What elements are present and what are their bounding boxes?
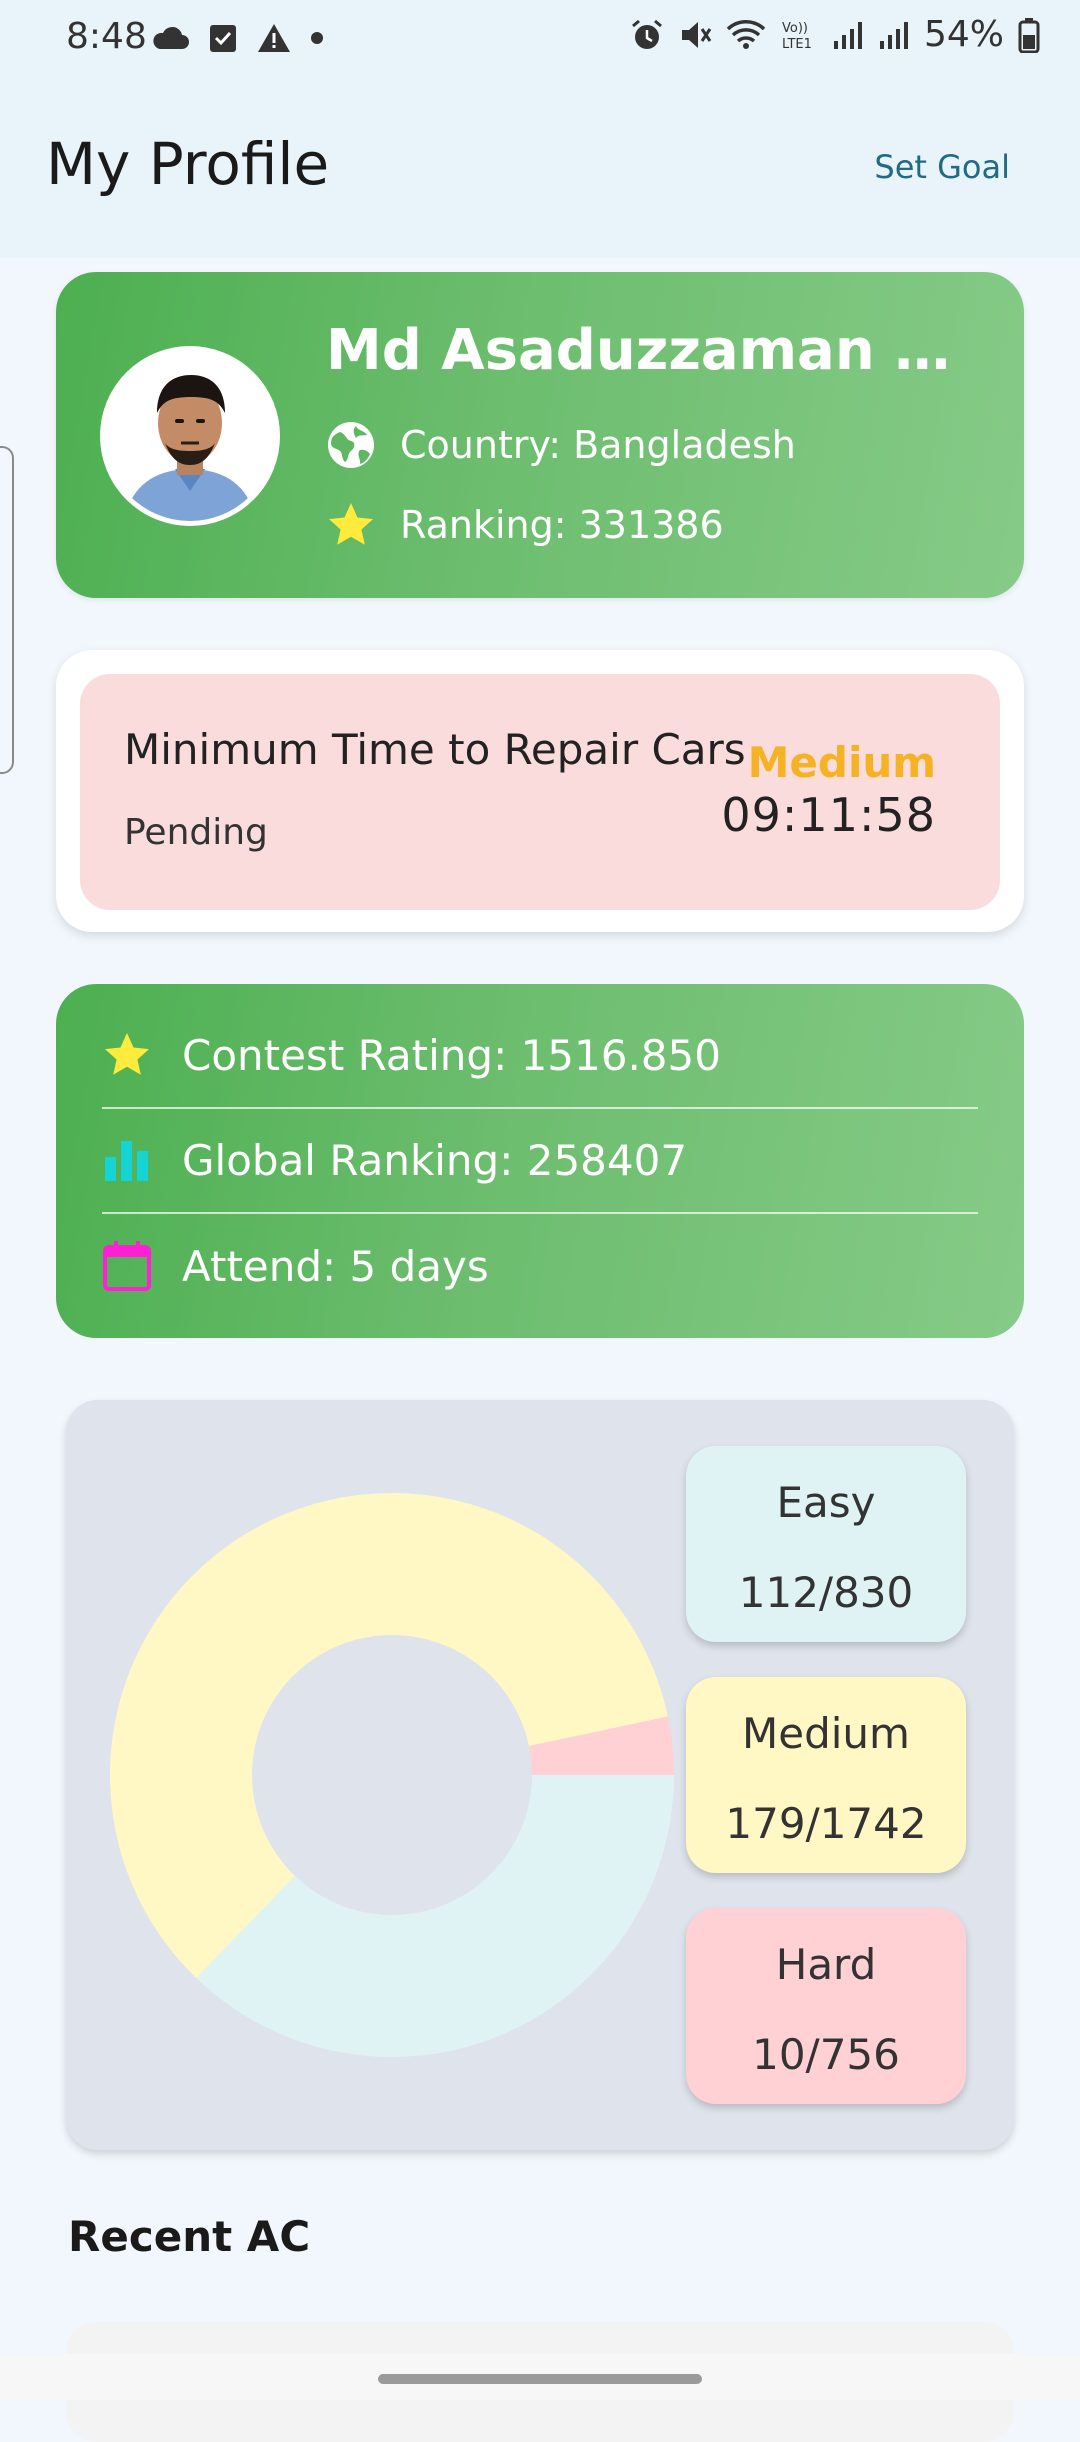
mute-icon bbox=[681, 21, 712, 48]
avatar[interactable] bbox=[100, 346, 280, 526]
globe-icon bbox=[328, 422, 374, 468]
divider bbox=[102, 1107, 978, 1109]
battery-icon bbox=[1018, 17, 1040, 53]
problem-difficulty: Medium bbox=[747, 738, 936, 787]
signal-icon bbox=[833, 21, 862, 49]
status-left-icons bbox=[150, 22, 324, 54]
wifi-icon bbox=[726, 19, 766, 49]
set-goal-button[interactable]: Set Goal bbox=[874, 148, 1010, 186]
recent-ac-title: Recent AC bbox=[68, 2212, 311, 2261]
legend-easy-count: 112/830 bbox=[738, 1568, 914, 1617]
edge-panel-handle[interactable] bbox=[0, 446, 14, 774]
warning-icon bbox=[258, 24, 290, 52]
legend-medium-count: 179/1742 bbox=[725, 1799, 927, 1848]
avatar-portrait bbox=[105, 351, 275, 521]
global-ranking-label: Global Ranking: 258407 bbox=[182, 1135, 688, 1185]
home-indicator[interactable] bbox=[378, 2374, 702, 2384]
global-ranking-row: Global Ranking: 258407 bbox=[102, 1135, 687, 1185]
volte-icon: Vo))LTE1 bbox=[782, 21, 812, 52]
donut-slice-easy bbox=[196, 1775, 674, 2057]
problem-timer: 09:11:58 bbox=[721, 788, 936, 842]
country-label: Country: Bangladesh bbox=[400, 423, 796, 467]
battery-percent: 54% bbox=[923, 14, 1004, 55]
legend-medium-label: Medium bbox=[742, 1709, 910, 1758]
divider bbox=[102, 1212, 978, 1214]
alarm-icon bbox=[632, 19, 662, 49]
ranking-row: Ranking: 331386 bbox=[326, 500, 724, 550]
signal-icon bbox=[879, 21, 908, 49]
status-time: 8:48 bbox=[66, 16, 147, 57]
status-right: Vo)) LTE1 54% bbox=[630, 14, 1040, 55]
legend-easy-label: Easy bbox=[776, 1478, 876, 1527]
ranking-label: Ranking: 331386 bbox=[400, 503, 724, 547]
svg-text:LTE1: LTE1 bbox=[782, 37, 812, 52]
bar-chart-icon bbox=[105, 1141, 148, 1181]
calendar-icon bbox=[103, 1241, 151, 1291]
dot-icon bbox=[311, 32, 323, 44]
cloud-icon bbox=[153, 26, 189, 49]
star-icon bbox=[329, 503, 373, 545]
svg-text:Vo)): Vo)) bbox=[782, 21, 808, 36]
star-icon bbox=[105, 1033, 149, 1075]
problem-status: Pending bbox=[124, 812, 268, 853]
page-title: My Profile bbox=[46, 130, 330, 198]
legend-hard-count: 10/756 bbox=[752, 2030, 900, 2079]
profile-name: Md Asaduzzaman Nur ... bbox=[326, 318, 996, 383]
problem-title: Minimum Time to Repair Cars bbox=[124, 725, 746, 774]
attend-row: Attend: 5 days bbox=[102, 1240, 489, 1292]
checkbox-icon bbox=[210, 25, 236, 52]
contest-rating-row: Contest Rating: 1516.850 bbox=[102, 1030, 721, 1080]
legend-hard-label: Hard bbox=[775, 1940, 877, 1989]
attend-label: Attend: 5 days bbox=[182, 1241, 489, 1291]
contest-rating-label: Contest Rating: 1516.850 bbox=[182, 1030, 721, 1080]
country-row: Country: Bangladesh bbox=[326, 420, 796, 470]
solved-donut-chart bbox=[109, 1493, 674, 2057]
